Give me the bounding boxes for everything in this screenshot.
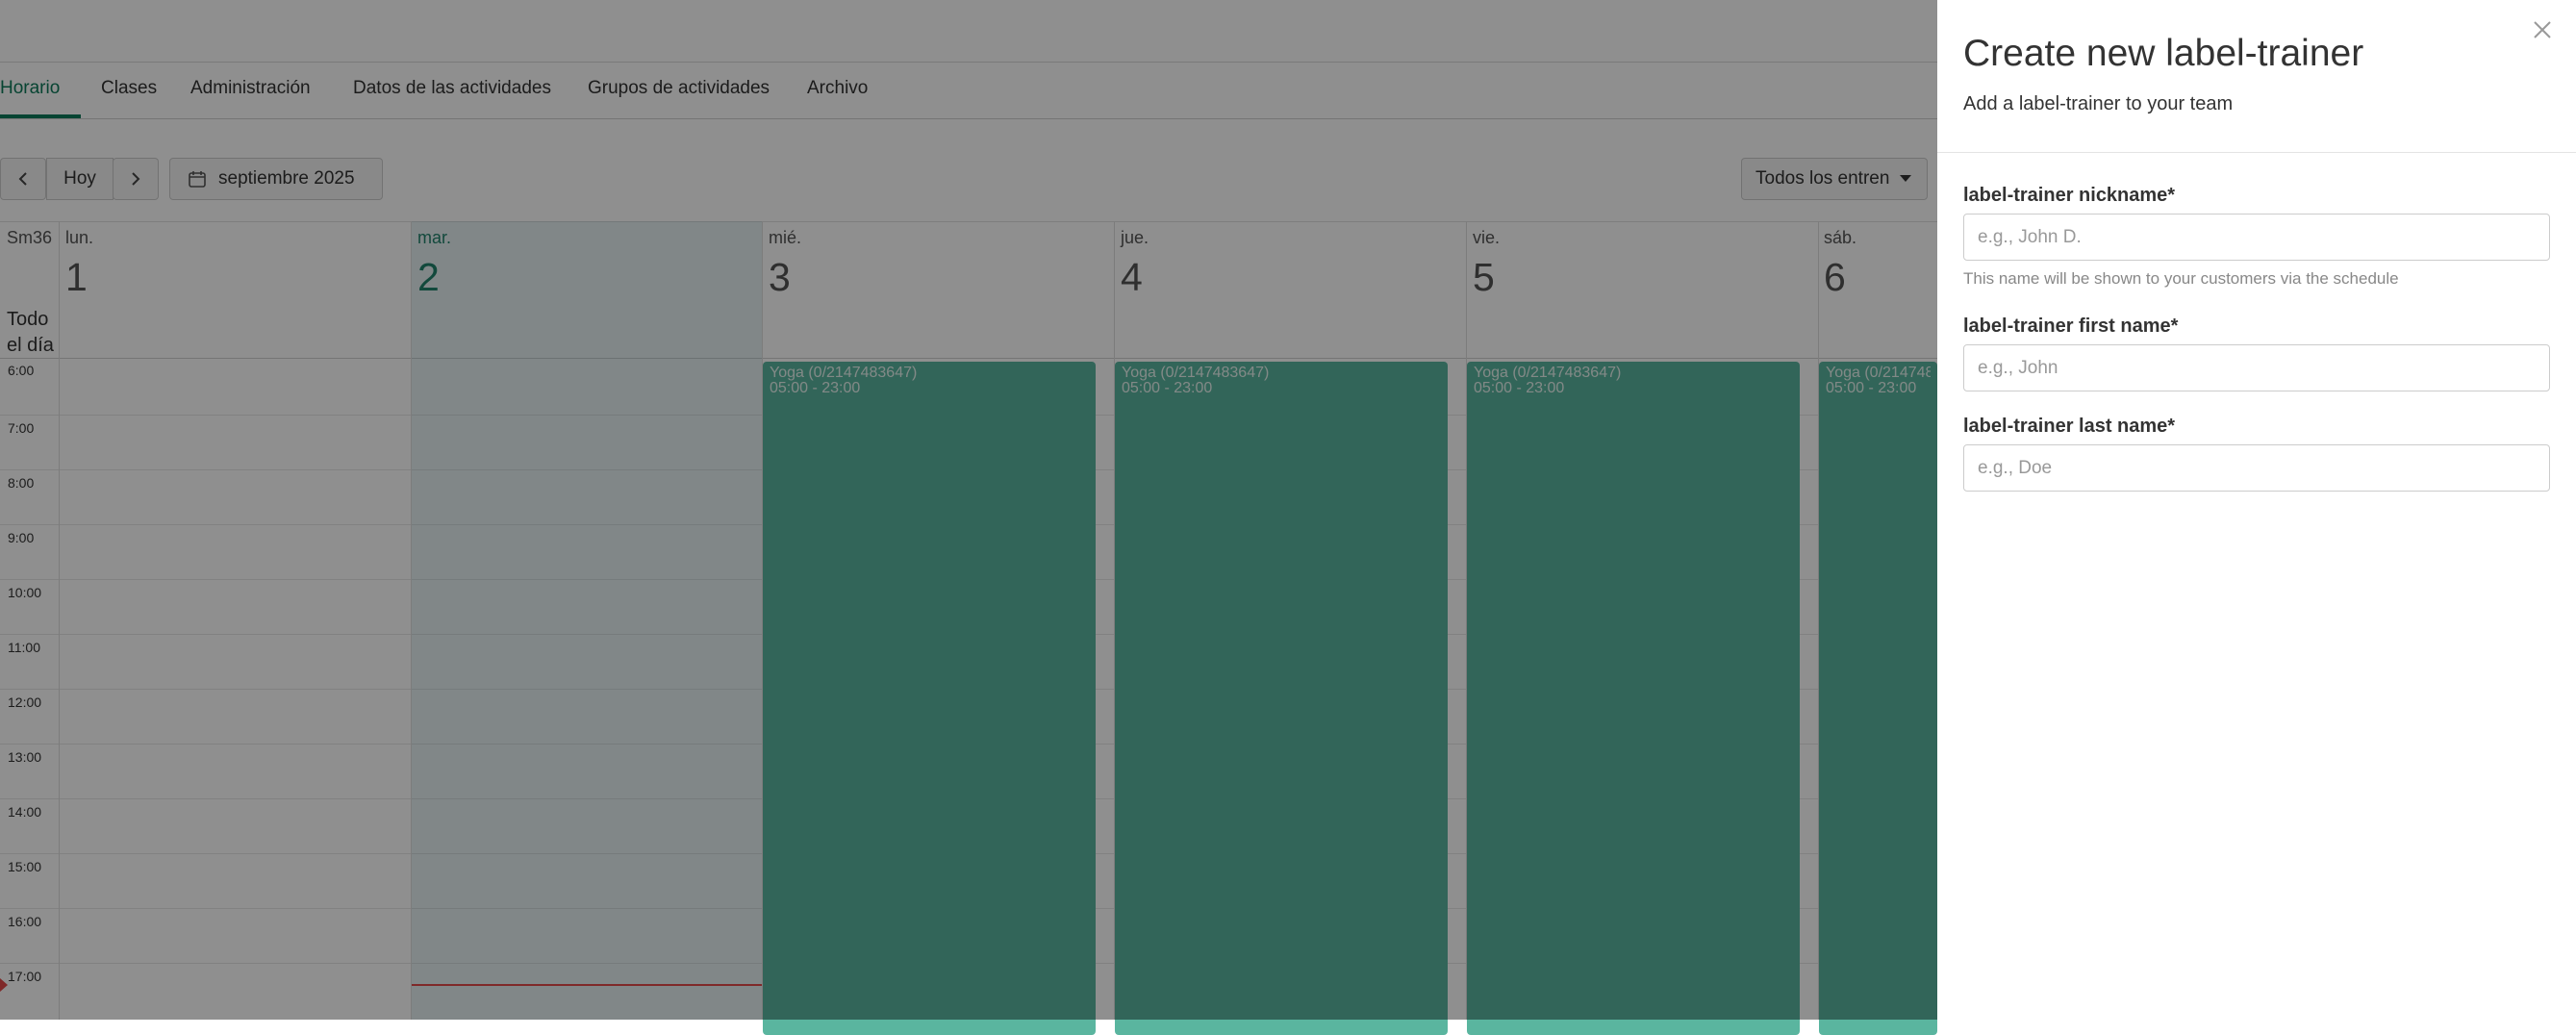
last-name-input[interactable]: [1963, 444, 2550, 492]
drawer-subtitle: Add a label-trainer to your team: [1963, 93, 2234, 114]
nickname-input[interactable]: [1963, 214, 2550, 261]
first-name-input[interactable]: [1963, 344, 2550, 391]
first-name-label: label-trainer first name*: [1963, 316, 2179, 337]
drawer-title: Create new label-trainer: [1963, 33, 2364, 74]
close-button[interactable]: [2526, 13, 2559, 46]
nickname-help-text: This name will be shown to your customer…: [1963, 269, 2399, 288]
nickname-label: label-trainer nickname*: [1963, 185, 2176, 206]
create-trainer-drawer: Create new label-trainer Add a label-tra…: [1937, 0, 2576, 1020]
close-icon: [2534, 21, 2551, 38]
modal-backdrop[interactable]: [0, 0, 1937, 1020]
last-name-label: label-trainer last name*: [1963, 416, 2176, 437]
drawer-header: Create new label-trainer Add a label-tra…: [1937, 0, 2576, 153]
